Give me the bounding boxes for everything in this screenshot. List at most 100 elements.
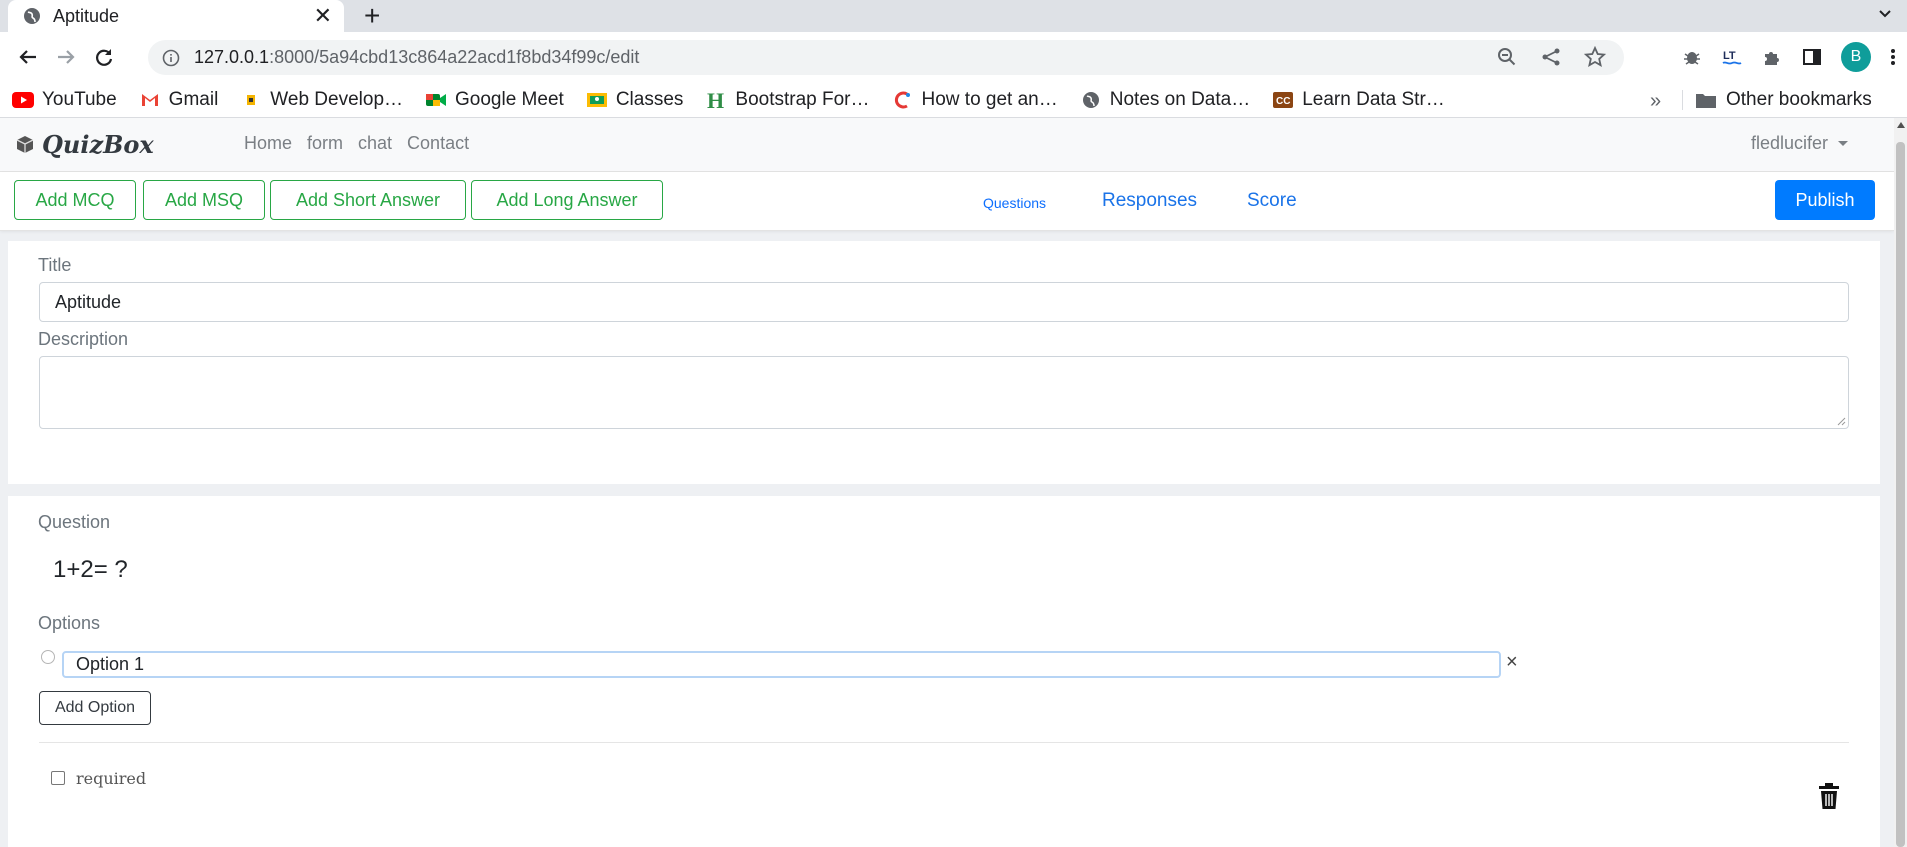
url-path: :8000/5a94cbd13c864a22acd1f8bd34f99c/edi… <box>269 47 640 67</box>
required-label: required <box>76 769 147 788</box>
cube-icon <box>16 135 34 153</box>
main-nav: Home form chat Contact <box>244 133 469 154</box>
tab-score[interactable]: Score <box>1247 190 1297 212</box>
meet-icon <box>425 91 447 109</box>
chevron-down-icon[interactable] <box>1877 6 1893 22</box>
trash-icon[interactable] <box>1818 783 1840 809</box>
nav-form[interactable]: form <box>307 133 343 154</box>
nav-home[interactable]: Home <box>244 133 292 154</box>
nav-chat[interactable]: chat <box>358 133 392 154</box>
address-bar[interactable]: 127.0.0.1:8000/5a94cbd13c864a22acd1f8bd3… <box>148 40 1624 75</box>
svg-text:CC: CC <box>1276 96 1290 107</box>
languagetool-icon[interactable]: LT <box>1721 46 1743 68</box>
tab-title: Aptitude <box>53 5 120 26</box>
bookmark-bootstrap[interactable]: H Bootstrap For… <box>705 89 869 111</box>
browser-tabstrip: Aptitude ✕ + <box>0 0 1907 32</box>
question-card: Question 1+2= ? Options Option 1 × Add O… <box>8 496 1880 847</box>
bookmark-label: Learn Data Str… <box>1302 88 1445 110</box>
bookmark-label: Classes <box>615 88 684 110</box>
app-navbar: QuizBox Home form chat Contact fledlucif… <box>0 118 1894 172</box>
reload-icon <box>96 49 113 66</box>
title-label: Title <box>38 255 72 275</box>
bookmark-web-develop[interactable]: Web Develop… <box>240 89 403 111</box>
globe-icon <box>1080 91 1102 109</box>
add-long-answer-button[interactable]: Add Long Answer <box>471 180 663 220</box>
resize-grip-icon[interactable] <box>1836 416 1846 426</box>
bookmark-learn-data[interactable]: CC Learn Data Str… <box>1272 89 1445 111</box>
info-icon[interactable] <box>162 49 180 67</box>
close-tab-icon[interactable]: ✕ <box>314 5 332 27</box>
brand-name: QuizBox <box>42 130 154 159</box>
puzzle-extensions-icon[interactable] <box>1761 46 1783 68</box>
scroll-up-arrow-icon[interactable] <box>1897 122 1905 128</box>
bookmark-label: Bootstrap For… <box>735 88 870 110</box>
browser-toolbar: 127.0.0.1:8000/5a94cbd13c864a22acd1f8bd3… <box>0 32 1907 82</box>
bookmark-google-meet[interactable]: Google Meet <box>425 89 564 111</box>
side-panel-icon[interactable] <box>1801 46 1823 68</box>
web-dev-icon <box>240 91 262 109</box>
username: fledlucifer <box>1750 133 1828 153</box>
other-bookmarks-button[interactable]: Other bookmarks <box>1695 82 1872 118</box>
add-msq-button[interactable]: Add MSQ <box>143 180 265 220</box>
svg-text:LT: LT <box>1723 50 1736 62</box>
profile-avatar[interactable]: B <box>1841 42 1871 72</box>
share-icon[interactable] <box>1540 46 1562 68</box>
form-action-bar: Add MCQ Add MSQ Add Short Answer Add Lon… <box>0 172 1894 231</box>
bookmark-label: YouTube <box>42 88 117 110</box>
brand-logo[interactable]: QuizBox <box>14 130 154 159</box>
bookmark-gmail[interactable]: Gmail <box>139 89 218 111</box>
bookmarks-bar: YouTube Gmail Web Develop… Google Meet C… <box>0 82 1907 118</box>
back-arrow-icon <box>19 50 36 64</box>
title-input[interactable]: Aptitude <box>39 282 1849 322</box>
svg-text:H: H <box>707 89 724 111</box>
tab-responses[interactable]: Responses <box>1102 190 1197 212</box>
browser-tab[interactable]: Aptitude ✕ <box>8 0 344 32</box>
bookmark-label: How to get an… <box>921 88 1058 110</box>
bookmark-how-to[interactable]: How to get an… <box>892 89 1058 111</box>
new-tab-icon[interactable]: + <box>364 2 380 30</box>
publish-button[interactable]: Publish <box>1775 180 1875 220</box>
page-scrollbar[interactable] <box>1894 118 1907 847</box>
option-input[interactable]: Option 1 <box>62 651 1501 678</box>
bookmark-label: Web Develop… <box>270 88 404 110</box>
bookmark-label: Google Meet <box>455 88 564 110</box>
bug-extension-icon[interactable] <box>1681 46 1703 68</box>
bookmark-classes[interactable]: Classes <box>586 88 684 111</box>
forward-button[interactable] <box>48 39 84 75</box>
tab-questions[interactable]: Questions <box>983 195 1046 211</box>
how-to-icon <box>892 91 914 109</box>
bookmark-notes-on-data[interactable]: Notes on Data… <box>1080 89 1250 111</box>
divider <box>39 742 1849 743</box>
kebab-menu-icon[interactable] <box>1889 46 1897 68</box>
url-host: 127.0.0.1 <box>194 47 270 67</box>
star-icon[interactable] <box>1584 46 1606 68</box>
options-label: Options <box>38 613 101 633</box>
other-bookmarks-label: Other bookmarks <box>1726 89 1872 110</box>
classroom-icon <box>586 91 608 109</box>
form-header-card: Title Aptitude Description <box>8 241 1880 484</box>
user-dropdown[interactable]: fledlucifer <box>1751 133 1848 154</box>
add-mcq-button[interactable]: Add MCQ <box>14 180 136 220</box>
more-bookmarks-button[interactable]: » <box>1650 90 1661 113</box>
option-radio[interactable] <box>41 650 55 664</box>
remove-option-icon[interactable]: × <box>1506 651 1518 674</box>
bookmark-label: Notes on Data… <box>1109 88 1251 110</box>
cc-icon: CC <box>1272 91 1294 109</box>
bookmark-youtube[interactable]: YouTube <box>12 89 117 111</box>
folder-icon <box>1696 94 1716 108</box>
add-short-answer-button[interactable]: Add Short Answer <box>270 180 466 220</box>
bookmarks-divider <box>1682 90 1683 110</box>
zoom-out-icon[interactable] <box>1496 46 1518 68</box>
gmail-icon <box>139 91 161 109</box>
add-option-button[interactable]: Add Option <box>39 691 151 725</box>
description-textarea[interactable] <box>39 356 1849 429</box>
scrollbar-thumb[interactable] <box>1896 142 1905 847</box>
description-label: Description <box>38 329 129 349</box>
reload-button[interactable] <box>86 39 122 75</box>
question-text[interactable]: 1+2= ? <box>53 556 128 584</box>
required-checkbox[interactable] <box>51 771 65 785</box>
forward-arrow-icon <box>58 50 75 64</box>
omnibox-actions <box>1496 46 1606 68</box>
back-button[interactable] <box>10 39 46 75</box>
nav-contact[interactable]: Contact <box>407 133 469 154</box>
